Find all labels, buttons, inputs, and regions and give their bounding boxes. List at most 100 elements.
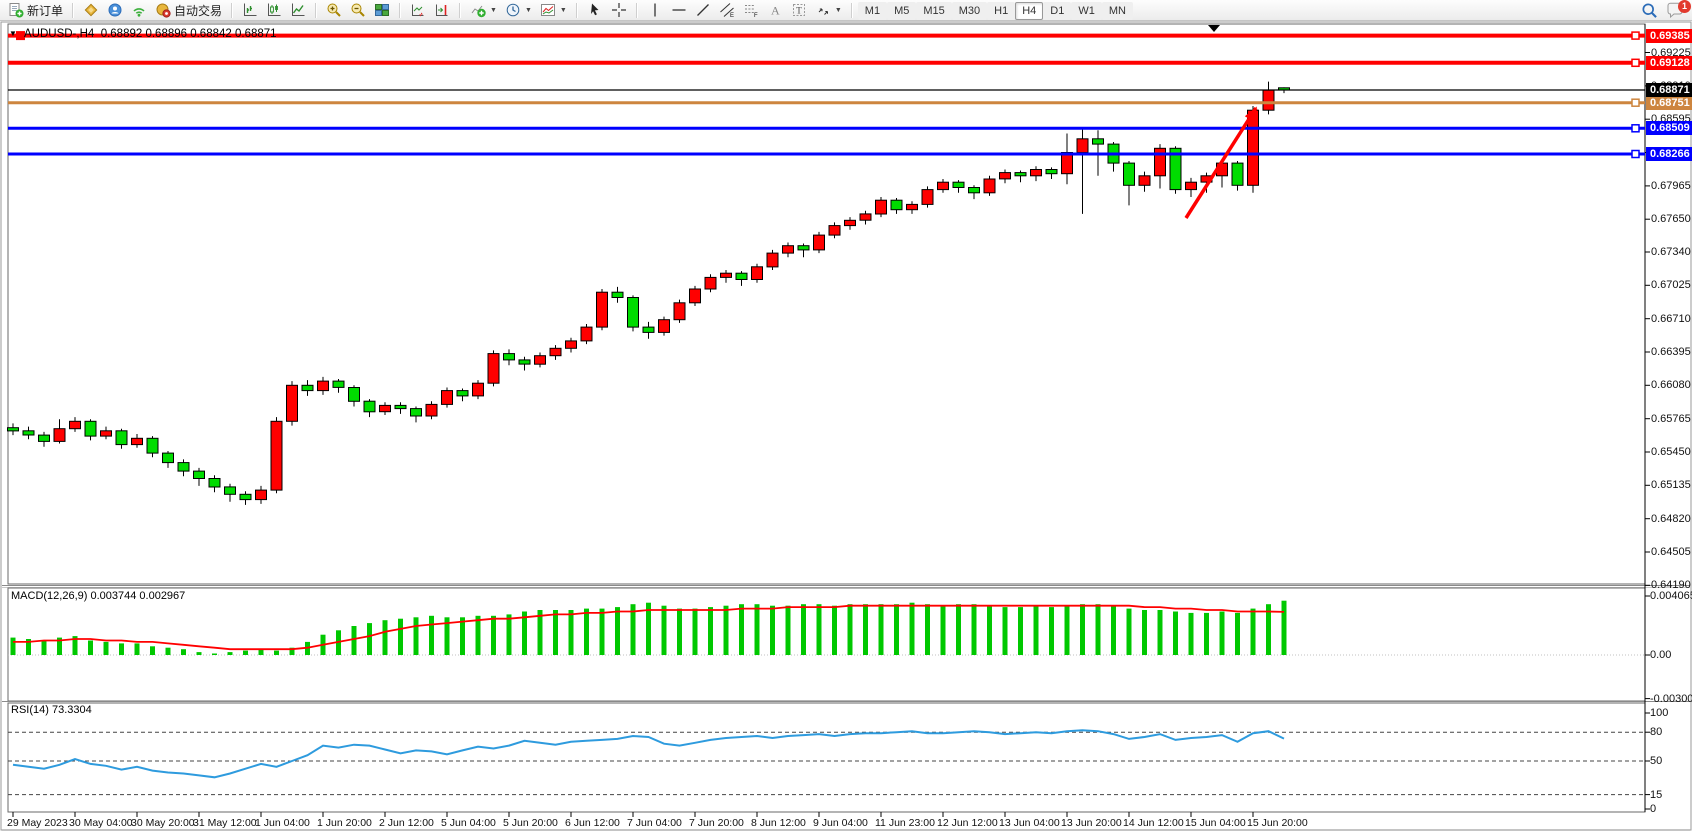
time-label: 13 Jun 04:00 [999, 817, 1060, 829]
crosshair-icon [611, 2, 627, 18]
time-label: 1 Jun 04:00 [255, 817, 310, 829]
timeframe-M30[interactable]: M30 [952, 2, 987, 20]
candlestick-style-button[interactable] [262, 1, 286, 20]
timeframe-H4[interactable]: H4 [1015, 2, 1043, 20]
tile-windows-button[interactable] [370, 1, 394, 20]
bar-chart-style-button[interactable] [238, 1, 262, 20]
line-handle[interactable] [1632, 151, 1639, 158]
tile-windows-icon [374, 2, 390, 18]
trading-platform-window: 新订单 自动交易 ▼ ▼ ▼ E F A T ▼ [0, 0, 1692, 837]
cursor-tool-button[interactable] [583, 1, 607, 20]
line-handle[interactable] [1632, 99, 1639, 106]
autotrading-button[interactable]: 自动交易 [151, 1, 226, 20]
svg-text:A: A [771, 4, 780, 18]
ohlc-values: 0.68892 0.68896 0.68842 0.68871 [101, 28, 277, 40]
periods-button[interactable]: ▼ [501, 1, 536, 20]
macd-label: MACD(12,26,9) 0.003744 0.002967 [11, 590, 185, 602]
rsi-panel-frame [8, 703, 1645, 812]
line-handle[interactable] [1632, 59, 1639, 66]
time-label: 29 May 2023 [7, 817, 68, 829]
time-label: 1 Jun 20:00 [317, 817, 372, 829]
crosshair-tool-button[interactable] [607, 1, 631, 20]
zoom-in-button[interactable] [322, 1, 346, 20]
chart-shift-button[interactable] [430, 1, 454, 20]
timeframe-MN[interactable]: MN [1102, 2, 1133, 20]
line-chart-style-button[interactable] [286, 1, 310, 20]
line-handle[interactable] [1632, 125, 1639, 132]
fibonacci-tool-button[interactable]: F [739, 1, 763, 20]
channel-tool-button[interactable]: E [715, 1, 739, 20]
search-button[interactable] [1637, 1, 1662, 20]
label-tool-button[interactable]: T [787, 1, 811, 20]
add-indicator-icon [470, 2, 486, 18]
equidistant-channel-icon: E [719, 2, 735, 18]
text-tool-button[interactable]: A [763, 1, 787, 20]
horizontal-line-tool-button[interactable] [667, 1, 691, 20]
market-button[interactable] [79, 1, 103, 20]
toolbar-separator [459, 3, 461, 18]
chat-badge: 1 [1678, 0, 1691, 13]
fibonacci-icon: F [743, 2, 759, 18]
new-order-icon [8, 2, 24, 18]
text-icon: A [767, 2, 783, 18]
timeframe-H1[interactable]: H1 [987, 2, 1015, 20]
rsi-axis-tick: 50 [1650, 755, 1662, 767]
time-label: 30 May 20:00 [131, 817, 195, 829]
community-icon [107, 2, 123, 18]
clock-icon [505, 2, 521, 18]
toolbar: 新订单 自动交易 ▼ ▼ ▼ E F A T ▼ [0, 0, 1692, 21]
chart-title: AUDUSD-,H4 0.68892 0.68896 0.68842 0.688… [24, 28, 277, 40]
macd-axis-tick: -0.003005 [1650, 693, 1692, 705]
macd-panel-frame [8, 588, 1645, 701]
vertical-line-icon [647, 2, 663, 18]
vertical-line-tool-button[interactable] [643, 1, 667, 20]
line-chart-icon [290, 2, 306, 18]
signals-button[interactable] [127, 1, 151, 20]
line-handle[interactable] [1632, 32, 1639, 39]
timeframe-W1[interactable]: W1 [1071, 2, 1102, 20]
community-button[interactable] [103, 1, 127, 20]
toolbar-separator [399, 3, 401, 18]
toolbar-separator [636, 3, 638, 18]
toolbar-separator [851, 3, 853, 18]
price-axis-tick: 0.67965 [1651, 180, 1692, 192]
time-label: 5 Jun 20:00 [503, 817, 558, 829]
timeframe-M15[interactable]: M15 [916, 2, 951, 20]
auto-scroll-button[interactable] [406, 1, 430, 20]
rsi-axis-tick: 0 [1650, 803, 1656, 815]
templates-button[interactable]: ▼ [536, 1, 571, 20]
time-label: 14 Jun 12:00 [1123, 817, 1184, 829]
rsi-axis-tick: 100 [1650, 707, 1668, 719]
time-label: 11 Jun 23:00 [875, 817, 935, 829]
time-label: 2 Jun 12:00 [379, 817, 434, 829]
hline-price-label: 0.68751 [1646, 96, 1692, 110]
timeframe-M5[interactable]: M5 [887, 2, 916, 20]
gold-cube-icon [83, 2, 99, 18]
trendline-tool-button[interactable] [691, 1, 715, 20]
zoom-out-icon [350, 2, 366, 18]
cursor-icon [587, 2, 603, 18]
horizontal-line-icon [671, 2, 687, 18]
macd-axis-tick: 0.00 [1650, 649, 1671, 661]
rsi-axis-tick: 80 [1650, 726, 1662, 738]
dropdown-caret: ▼ [490, 7, 497, 14]
rsi-label: RSI(14) 73.3304 [11, 704, 92, 716]
new-order-label: 新订单 [27, 2, 63, 19]
svg-text:E: E [730, 13, 734, 18]
indicators-button[interactable]: ▼ [466, 1, 501, 20]
zoom-out-button[interactable] [346, 1, 370, 20]
zoom-in-icon [326, 2, 342, 18]
main-chart-canvas[interactable] [0, 0, 1692, 837]
time-label: 8 Jun 12:00 [751, 817, 806, 829]
time-label: 7 Jun 04:00 [627, 817, 682, 829]
timeframe-D1[interactable]: D1 [1043, 2, 1071, 20]
arrows-tool-button[interactable]: ▼ [811, 1, 846, 20]
candlestick-icon [266, 2, 282, 18]
timeframe-M1[interactable]: M1 [858, 2, 887, 20]
time-label: 12 Jun 12:00 [937, 817, 998, 829]
new-order-button[interactable]: 新订单 [4, 1, 67, 20]
toolbar-separator [576, 3, 578, 18]
chat-button[interactable]: 1 [1662, 1, 1688, 20]
symbol-dropdown-marker[interactable]: ▼ [9, 29, 17, 38]
price-axis-tick: 0.67340 [1651, 246, 1692, 258]
